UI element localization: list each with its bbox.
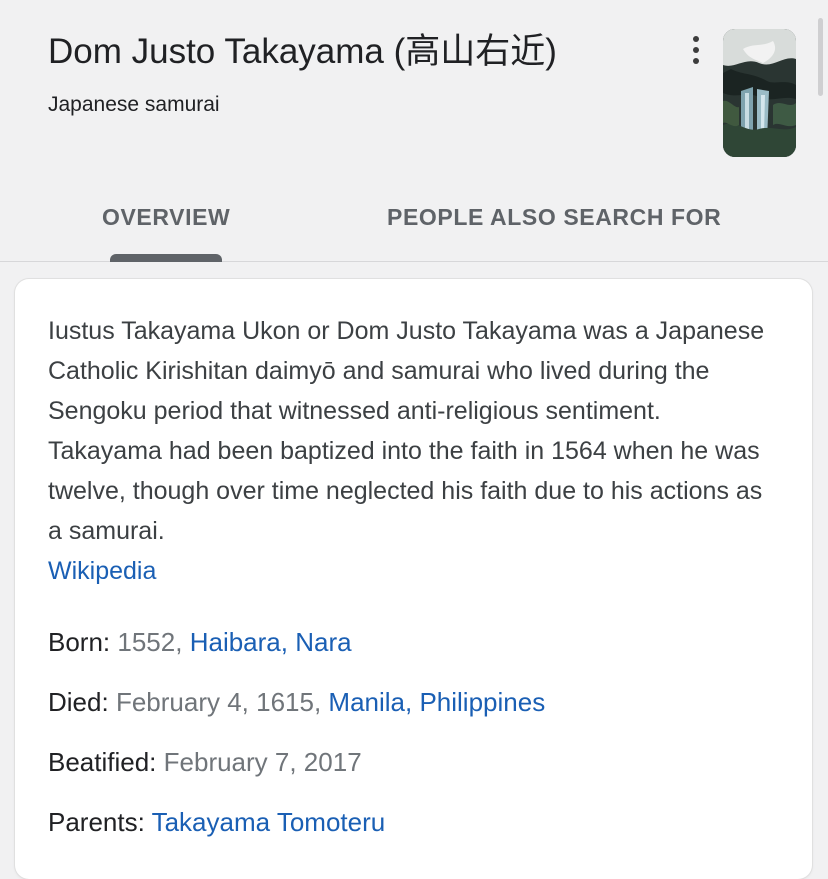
parent-link[interactable]: Takayama Tomoteru — [152, 807, 386, 837]
entity-description: Iustus Takayama Ukon or Dom Justo Takaya… — [48, 311, 778, 591]
overview-card: Iustus Takayama Ukon or Dom Justo Takaya… — [15, 279, 812, 879]
fact-label: Parents: — [48, 807, 145, 837]
fact-value: 1552, — [117, 627, 183, 657]
knowledge-panel-header: Dom Justo Takayama (高山右近) Japanese samur… — [0, 0, 828, 262]
more-options-icon[interactable] — [680, 30, 712, 70]
entity-subtitle: Japanese samurai — [48, 93, 220, 116]
tab-overview[interactable]: OVERVIEW — [102, 203, 230, 231]
active-tab-indicator — [110, 254, 222, 262]
tab-people-also-search-for[interactable]: PEOPLE ALSO SEARCH FOR — [387, 203, 721, 231]
fact-label: Beatified: — [48, 747, 157, 777]
scrollbar[interactable] — [818, 18, 823, 96]
fact-value: February 7, 2017 — [163, 747, 362, 777]
fact-parents: Parents: Takayama Tomoteru — [48, 806, 385, 838]
fact-label: Born: — [48, 627, 111, 657]
deathplace-link[interactable]: Manila, Philippines — [328, 687, 545, 717]
fact-label: Died: — [48, 687, 109, 717]
entity-title: Dom Justo Takayama (高山右近) — [48, 32, 557, 71]
description-text: Iustus Takayama Ukon or Dom Justo Takaya… — [48, 317, 765, 545]
birthplace-link[interactable]: Haibara, Nara — [190, 627, 352, 657]
entity-thumbnail-image[interactable] — [723, 29, 796, 157]
fact-born: Born: 1552, Haibara, Nara — [48, 626, 352, 658]
fact-died: Died: February 4, 1615, Manila, Philippi… — [48, 686, 545, 718]
wikipedia-link[interactable]: Wikipedia — [48, 557, 156, 585]
fact-beatified: Beatified: February 7, 2017 — [48, 746, 362, 778]
fact-value: February 4, 1615, — [115, 687, 322, 717]
